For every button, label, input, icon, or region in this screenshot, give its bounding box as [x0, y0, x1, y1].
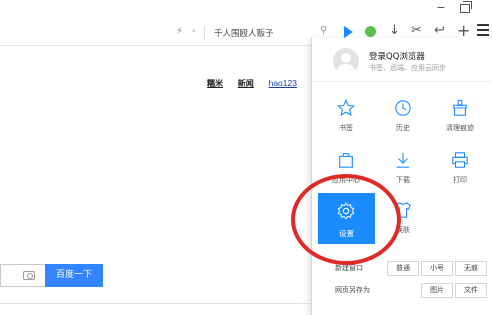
menu-item-label: 书签 — [339, 124, 353, 132]
link-hao123[interactable]: hao123 — [269, 78, 297, 88]
bag-icon — [339, 153, 353, 168]
login-title[interactable]: 登录QQ浏览器 — [369, 50, 425, 62]
menu-item-bookmarks[interactable]: 书签 — [318, 97, 374, 147]
undo-icon[interactable]: ↩ — [434, 23, 445, 38]
clock-icon — [395, 100, 411, 116]
menu-item-label: 历史 — [396, 124, 410, 132]
chevron-right-icon[interactable]: › — [192, 26, 196, 36]
broom-icon — [453, 99, 467, 116]
printer-icon — [452, 152, 468, 168]
download-icon — [396, 152, 410, 168]
avatar[interactable] — [333, 48, 359, 74]
flash-icon[interactable]: ⚡ — [176, 26, 186, 40]
extension-icon[interactable] — [365, 26, 376, 37]
address-bar-text[interactable]: 千人围殴人贩子 — [214, 27, 274, 39]
new-window-normal-button[interactable]: 普通 — [387, 261, 419, 276]
save-as-row: 网页另存为 图片 文件 — [311, 280, 492, 300]
star-icon — [337, 99, 355, 117]
menu-item-label: 清理痕迹 — [446, 124, 474, 132]
link-nuomi[interactable]: 糯米 — [207, 78, 223, 89]
menu-item-history[interactable]: 历史 — [375, 97, 431, 147]
restore-button[interactable] — [460, 1, 472, 13]
baidu-search-button[interactable]: 百度一下 — [45, 264, 103, 287]
save-as-image-button[interactable]: 图片 — [421, 283, 453, 298]
login-subtitle: 书签、远端、应用云同步 — [369, 64, 446, 72]
new-window-incognito-button[interactable]: 无痕 — [455, 261, 487, 276]
download-icon[interactable]: ↓ — [389, 23, 400, 38]
screenshot-icon[interactable]: ✂ — [411, 23, 422, 38]
search-input[interactable] — [0, 264, 45, 287]
new-window-small-button[interactable]: 小号 — [421, 261, 453, 276]
toolbar-divider — [204, 26, 205, 40]
camera-icon[interactable] — [23, 271, 35, 280]
account-section[interactable]: 登录QQ浏览器 书签、远端、应用云同步 — [312, 38, 492, 82]
page-divider — [0, 303, 310, 304]
play-icon[interactable] — [344, 26, 353, 38]
page-nav-links: 糯米 新闻 hao123 — [207, 78, 309, 89]
window-controls: − — [402, 0, 492, 18]
search-icon[interactable]: ⚲ — [320, 25, 334, 39]
save-as-file-button[interactable]: 文件 — [455, 283, 487, 298]
link-news[interactable]: 新闻 — [238, 78, 254, 89]
menu-icon[interactable] — [477, 24, 489, 38]
menu-item-label: 下载 — [396, 176, 410, 184]
menu-item-clear-traces[interactable]: 清理痕迹 — [432, 97, 488, 147]
highlight-circle — [291, 174, 401, 265]
menu-item-print[interactable]: 打印 — [432, 149, 488, 199]
minimize-button[interactable]: − — [432, 2, 450, 16]
menu-item-label: 打印 — [453, 176, 467, 184]
save-as-label: 网页另存为 — [335, 286, 370, 294]
